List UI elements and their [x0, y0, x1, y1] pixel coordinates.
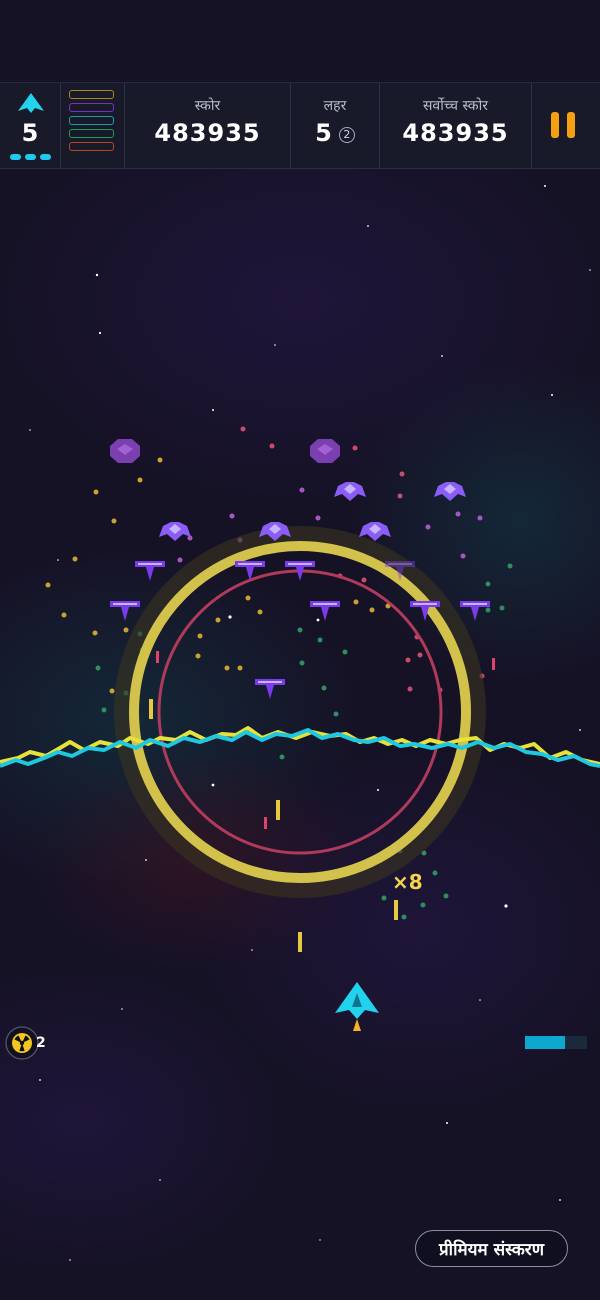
player-bullet	[394, 900, 398, 920]
weapon-slot	[69, 116, 114, 125]
weapon-slot	[69, 90, 114, 99]
weapon-slots	[61, 83, 125, 168]
high-score-value: 483935	[402, 119, 509, 147]
score-label: स्कोर	[194, 98, 221, 114]
enemy-fighter	[334, 482, 366, 501]
lives-panel: 5	[0, 83, 61, 168]
pause-panel	[532, 83, 600, 168]
player-bullet	[276, 800, 280, 820]
score-value: 483935	[154, 119, 261, 147]
shield-bar	[525, 1036, 587, 1049]
enemy-bullet	[492, 658, 495, 670]
wave-value: 5	[315, 119, 332, 147]
enemy-fighter	[434, 482, 466, 501]
radiation-icon	[12, 1033, 32, 1053]
weapon-slot	[69, 142, 114, 151]
enemy-bullet	[156, 651, 159, 663]
enemy-fighter	[159, 522, 191, 541]
game-playfield	[0, 426, 600, 1031]
wave-label: लहर	[323, 98, 347, 114]
energy-ring	[114, 526, 486, 898]
nuke-count: 2	[36, 1035, 46, 1051]
hud-bar: 5 स्कोर 483935 लहर 5 2 सर्वोच्च स्कोर 48…	[0, 82, 600, 169]
explosion-particles	[45, 426, 513, 920]
enemy-drone	[255, 679, 285, 699]
player-bullet	[149, 699, 153, 719]
nuke-button[interactable]	[5, 1026, 39, 1060]
weapon-slot	[69, 103, 114, 112]
player-bullet	[298, 932, 302, 952]
life-dot	[40, 154, 51, 160]
enemy-saucer	[310, 439, 340, 463]
lives-indicator	[10, 154, 51, 160]
enemy-drone	[310, 601, 340, 621]
wave-sub-badge: 2	[338, 126, 355, 143]
weapon-slot	[69, 129, 114, 138]
pause-icon	[551, 112, 559, 138]
enemy-formation	[110, 439, 490, 699]
life-dot	[25, 154, 36, 160]
enemy-bullet	[264, 817, 267, 829]
enemy-saucer	[110, 439, 140, 463]
enemy-drone	[110, 601, 140, 621]
score-multiplier: ×8	[392, 870, 423, 894]
score-panel: स्कोर 483935	[125, 83, 291, 168]
high-score-label: सर्वोच्च स्कोर	[422, 98, 489, 114]
pause-button[interactable]	[551, 112, 575, 138]
shield-bar-fill	[525, 1036, 566, 1049]
wave-panel: लहर 5 2	[291, 83, 380, 168]
ship-icon	[18, 93, 44, 113]
lightning-beam	[0, 726, 600, 768]
life-dot	[10, 154, 21, 160]
high-score-panel: सर्वोच्च स्कोर 483935	[380, 83, 532, 168]
lives-count: 5	[21, 119, 39, 147]
player-ship[interactable]	[335, 982, 379, 1031]
enemy-drone	[460, 601, 490, 621]
enemy-drone	[135, 561, 165, 581]
premium-edition-button[interactable]: प्रीमियम संस्करण	[415, 1230, 568, 1267]
